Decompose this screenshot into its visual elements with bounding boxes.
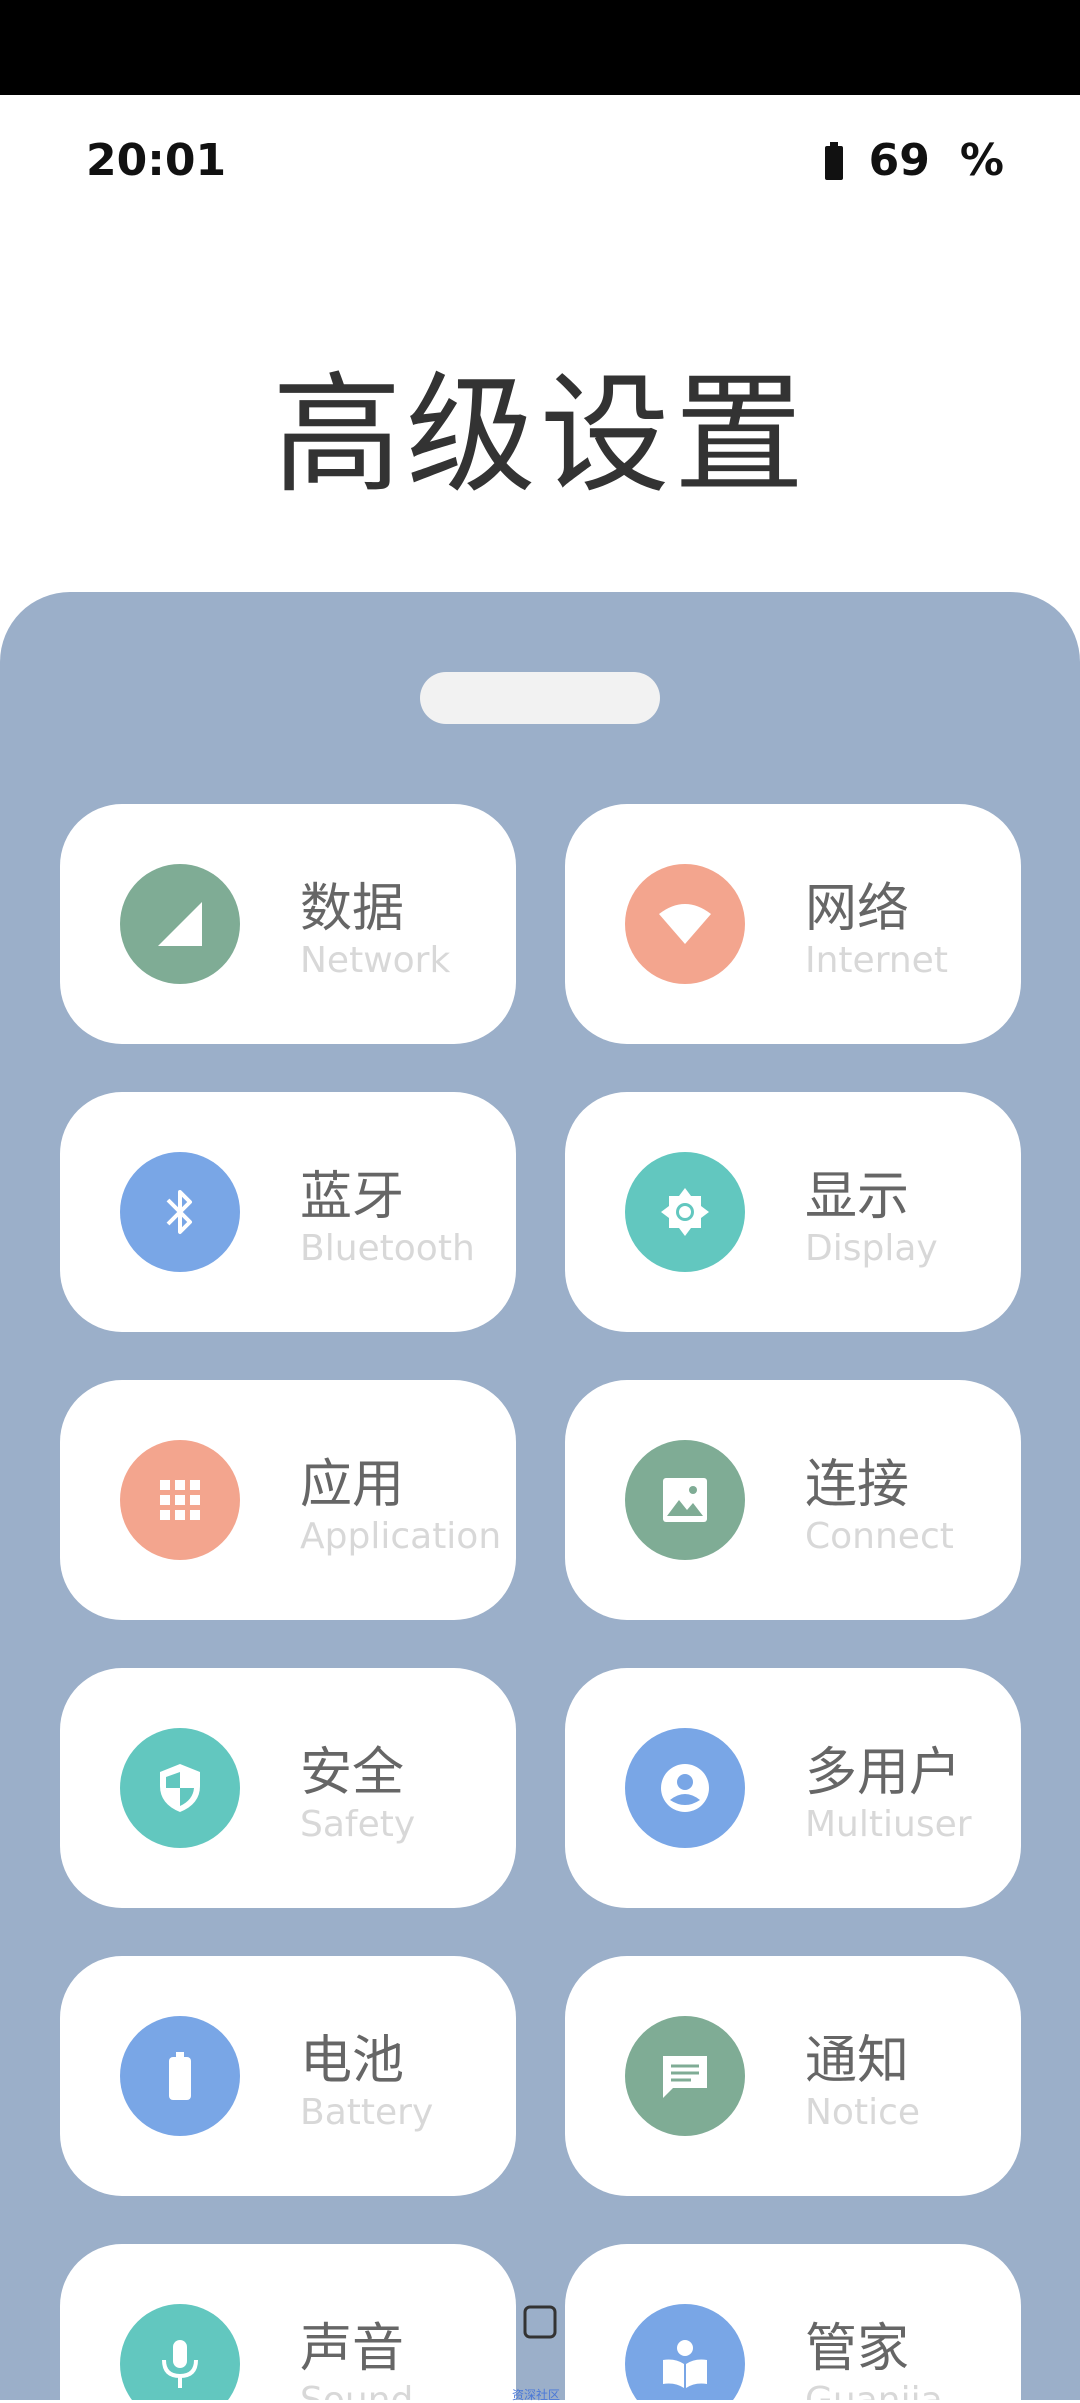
card-subtitle: Internet	[805, 940, 948, 981]
bluetooth-icon	[120, 1152, 240, 1272]
card-subtitle: Notice	[805, 2092, 921, 2133]
settings-card-battery[interactable]: 电池 Battery	[60, 1956, 516, 2196]
card-subtitle: Bluetooth	[300, 1228, 475, 1269]
circle-nav-icon[interactable]	[56, 2300, 100, 2344]
book-reader-icon	[625, 2304, 745, 2400]
wifi-icon	[625, 864, 745, 984]
settings-card-network[interactable]: 数据 Network	[60, 804, 516, 1044]
card-title: 连接	[805, 1455, 910, 1515]
top-black-bar	[0, 0, 1080, 95]
card-subtitle: Display	[805, 1228, 938, 1269]
card-title: 管家	[805, 2319, 910, 2379]
settings-card-internet[interactable]: 网络 Internet	[565, 804, 1021, 1044]
settings-card-bluetooth[interactable]: 蓝牙 Bluetooth	[60, 1092, 516, 1332]
card-subtitle: Safety	[300, 1804, 416, 1845]
battery-icon	[120, 2016, 240, 2136]
home-nav-icon[interactable]	[520, 2300, 560, 2344]
card-title: 蓝牙	[300, 1167, 405, 1227]
card-subtitle: Network	[300, 940, 451, 981]
message-icon	[625, 2016, 745, 2136]
page-title: 高级设置	[271, 359, 808, 511]
settings-panel: 数据 Network 网络 Internet 蓝牙 Bluetooth 显示 Display 应…	[0, 592, 1080, 2400]
settings-card-notice[interactable]: 通知 Notice	[565, 1956, 1021, 2196]
card-subtitle: Connect	[805, 1516, 954, 1557]
shield-icon	[120, 1728, 240, 1848]
card-title: 应用	[300, 1455, 405, 1515]
battery-status: 69 %	[824, 135, 1004, 186]
card-subtitle: Sound	[300, 2380, 413, 2400]
card-subtitle: Application	[300, 1516, 502, 1557]
card-title: 显示	[805, 1167, 910, 1227]
settings-card-connect[interactable]: 连接 Connect	[565, 1380, 1021, 1620]
card-title: 网络	[805, 879, 910, 939]
brightness-icon	[625, 1152, 745, 1272]
drag-handle[interactable]	[420, 672, 660, 724]
settings-card-multiuser[interactable]: 多用户 Multiuser	[565, 1668, 1021, 1908]
card-subtitle: Battery	[300, 2092, 434, 2133]
battery-percent: 69	[868, 135, 930, 186]
menu-nav-icon[interactable]	[262, 2300, 302, 2344]
battery-percent-sign: %	[959, 135, 1004, 186]
image-icon	[625, 1440, 745, 1560]
apps-grid-icon	[120, 1440, 240, 1560]
settings-card-application[interactable]: 应用 Application	[60, 1380, 516, 1620]
settings-card-safety[interactable]: 安全 Safety	[60, 1668, 516, 1908]
card-title: 通知	[805, 2031, 910, 2091]
settings-card-display[interactable]: 显示 Display	[565, 1092, 1021, 1332]
back-nav-icon[interactable]	[774, 2300, 818, 2344]
battery-status-icon	[824, 141, 843, 180]
card-subtitle: Multiuser	[805, 1804, 972, 1845]
card-title: 安全	[300, 1743, 405, 1803]
card-title: 数据	[300, 879, 405, 939]
card-title: 多用户	[805, 1743, 962, 1803]
status-time: 20:01	[86, 135, 227, 186]
cellular-signal-icon	[120, 864, 240, 984]
card-subtitle: Guanjia	[805, 2380, 943, 2400]
card-title: 电池	[300, 2031, 405, 2091]
microphone-icon	[120, 2304, 240, 2400]
status-bar: 20:01 69 %	[0, 95, 1080, 235]
account-icon	[625, 1728, 745, 1848]
nav-small-text: 资深社区	[512, 2388, 561, 2402]
card-title: 声音	[300, 2319, 405, 2379]
